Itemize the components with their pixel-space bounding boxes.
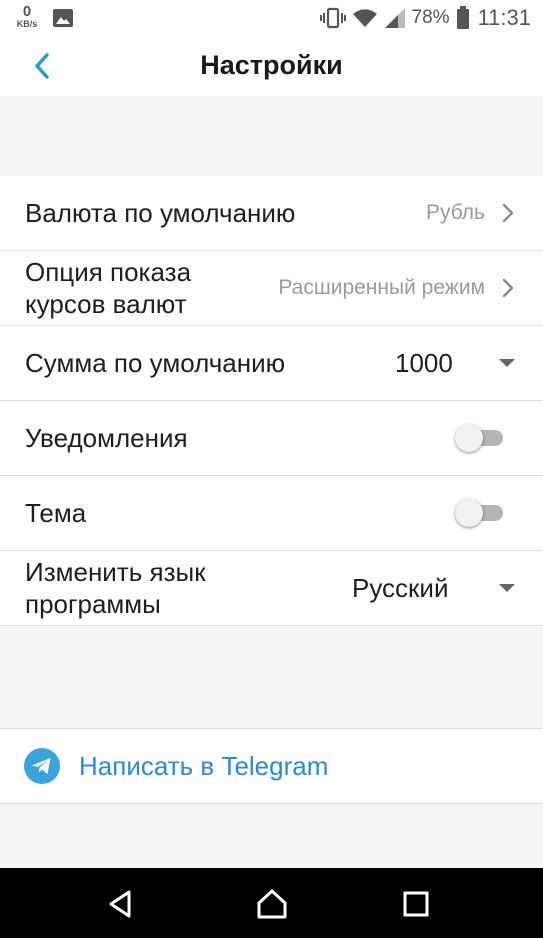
- setting-rates-display[interactable]: Опция показа курсов валют Расширенный ре…: [0, 251, 543, 326]
- app-header: Настройки: [0, 36, 543, 96]
- notifications-toggle[interactable]: [455, 423, 503, 453]
- setting-value: Расширенный режим: [278, 276, 485, 299]
- setting-default-amount[interactable]: Сумма по умолчанию 1000: [0, 326, 543, 401]
- setting-label: Тема: [25, 498, 87, 528]
- wifi-icon: [352, 9, 377, 27]
- dropdown-caret-icon[interactable]: [499, 359, 515, 367]
- setting-notifications: Уведомления: [0, 401, 543, 476]
- battery-icon: [456, 6, 469, 29]
- status-left: 0 KB/s: [12, 4, 74, 29]
- image-icon: [53, 9, 73, 27]
- setting-label: Опция показа курсов валют: [25, 257, 192, 319]
- language-value: Русский: [352, 572, 449, 603]
- network-speed-value: 0: [22, 3, 32, 20]
- toggle-knob: [455, 424, 483, 452]
- telegram-icon: [24, 748, 60, 784]
- setting-language[interactable]: Изменить язык программы Русский: [0, 551, 543, 626]
- theme-toggle[interactable]: [455, 498, 503, 528]
- setting-label: Сумма по умолчанию: [25, 348, 286, 378]
- home-icon[interactable]: [256, 888, 288, 920]
- setting-label: Валюта по умолчанию: [25, 198, 296, 228]
- status-bar: 0 KB/s 78% 11:31: [0, 0, 543, 36]
- vibrate-icon: [319, 7, 346, 29]
- page-title: Настройки: [200, 50, 343, 80]
- setting-label: Изменить язык программы: [25, 557, 206, 619]
- signal-icon: [384, 8, 405, 28]
- settings-screen: 0 KB/s 78% 11:31 Настройки Валюта по умо…: [0, 0, 543, 938]
- telegram-contact-button[interactable]: Написать в Telegram: [0, 728, 543, 804]
- status-right: 78% 11:31: [314, 5, 531, 31]
- setting-theme: Тема: [0, 476, 543, 551]
- setting-label: Уведомления: [25, 423, 188, 453]
- network-speed-unit: KB/s: [16, 19, 38, 29]
- battery-percent: 78%: [411, 7, 450, 28]
- amount-value: 1000: [395, 347, 453, 378]
- back-triangle-icon[interactable]: [105, 888, 137, 920]
- settings-list: Валюта по умолчанию Рубль Опция показа к…: [0, 176, 543, 626]
- dropdown-caret-icon[interactable]: [499, 584, 515, 592]
- chevron-right-icon: [502, 203, 514, 223]
- toggle-knob: [455, 499, 483, 527]
- network-speed: 0 KB/s: [12, 4, 42, 29]
- system-nav-bar: [0, 868, 543, 938]
- setting-default-currency[interactable]: Валюта по умолчанию Рубль: [0, 176, 543, 251]
- chevron-right-icon: [502, 278, 514, 298]
- recents-icon[interactable]: [400, 888, 432, 920]
- telegram-label: Написать в Telegram: [79, 751, 329, 781]
- setting-value: Рубль: [425, 201, 485, 224]
- clock: 11:31: [477, 5, 531, 30]
